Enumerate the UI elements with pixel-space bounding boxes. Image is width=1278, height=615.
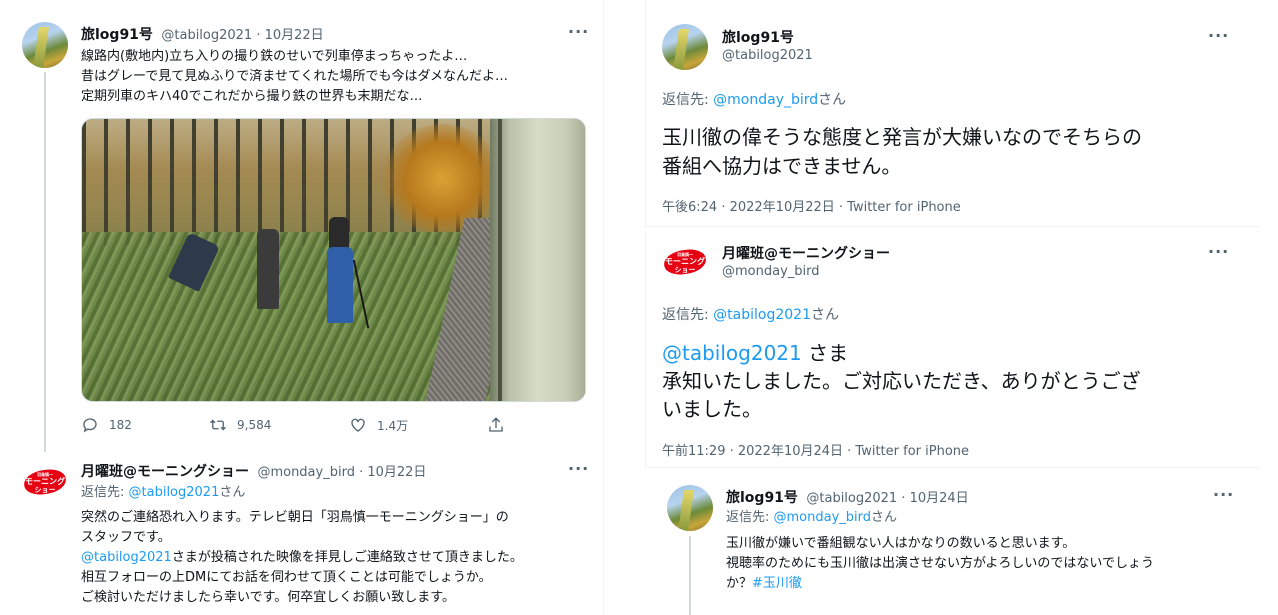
more-icon[interactable]: ··· [1213,485,1234,504]
retweet-count: 9,584 [237,418,272,432]
right-card2-border-left [645,232,646,468]
author-handle-time[interactable]: @tabilog2021 · 10月22日 [161,28,323,43]
author-handle[interactable]: @monday_bird [722,264,820,279]
author-handle-time[interactable]: @monday_bird · 10月22日 [257,465,426,480]
more-icon[interactable]: ··· [568,459,589,478]
reply-to-mention[interactable]: @tabilog2021 [129,485,220,500]
author-name[interactable]: 旅log91号 [726,490,798,506]
tweet-text-line: か？ [726,576,753,591]
logo-text: ショー [34,486,56,494]
reply-to-suffix: さん [871,510,898,525]
logo-text: モーニング [25,477,65,486]
tweet-text-line: スタッフです。 [81,530,171,545]
tweet-text-line: 定期列車のキハ40でこれだから撮り鉄の世界も末期だな… [81,89,423,104]
hashtag-link[interactable]: #玉川徹 [752,576,802,591]
tweet-text-line: 承知いたしました。ご対応いただき、ありがとうござ [662,369,1141,393]
reply-to-mention[interactable]: @tabilog2021 [713,307,811,323]
author-name[interactable]: 月曜班@モーニングショー [722,243,890,263]
author-name[interactable]: 月曜班@モーニングショー [81,464,249,480]
tweet-photo[interactable] [81,118,586,402]
tweet-text-line: 番組へ協力はできません。 [662,154,902,178]
tweet-meta[interactable]: 午前11:29 · 2022年10月24日 · Twitter for iPho… [662,440,969,459]
reply-icon [83,418,97,433]
like-count: 1.4万 [377,418,409,433]
reply-to-suffix: さん [811,307,839,323]
like-icon [351,418,365,432]
avatar[interactable] [667,485,713,531]
thread-line [44,72,46,452]
thread-line [689,536,691,615]
retweet-icon [210,419,226,431]
reply-to-label: 返信先: [726,510,774,525]
right-card-border-bottom [645,226,1260,227]
tweet-text-line: 相互フォローの上DMにてお話を伺わせて頂くことは可能でしょうか。 [81,570,492,585]
more-icon[interactable]: ··· [1208,242,1229,261]
more-icon[interactable]: ··· [568,22,589,41]
reply-to-mention[interactable]: @monday_bird [774,510,872,525]
reply-to-mention[interactable]: @monday_bird [713,92,818,108]
retweet-action[interactable]: 9,584 [209,416,271,434]
avatar[interactable] [662,24,708,70]
right-card2-border-bottom [645,467,1260,468]
photo-person [327,247,353,323]
tweet-text-line: 視聴率のためにも玉川徹は出演させない方がよろしいのではないでしょう [726,556,1154,571]
tweet-text-line: 玉川徹が嫌いで番組観ない人はかなりの数いると思います。 [726,536,1076,551]
reply-count: 182 [109,418,132,432]
avatar[interactable]: 羽鳥慎一 モーニング ショー [22,460,68,506]
reply-to-label: 返信先: [662,92,714,108]
author-handle[interactable]: @tabilog2021 [722,48,813,63]
more-icon[interactable]: ··· [1208,26,1229,45]
tweet-text-line: いました。 [662,397,762,421]
tweet-text-line: さま [801,341,849,365]
logo-text: ショー [674,266,696,274]
author-name[interactable]: 旅log91号 [81,27,153,43]
share-action[interactable] [487,416,515,434]
author-handle-time[interactable]: @tabilog2021 · 10月24日 [806,491,968,506]
mention-link[interactable]: @tabilog2021 [662,341,802,365]
logo-text: モーニング [665,257,705,266]
mention-link[interactable]: @tabilog2021 [81,550,172,565]
tweet-text-line: 玉川徹の偉そうな態度と発言が大嫌いなのでそちらの [662,125,1142,149]
tweet-text-line: 突然のご連絡恐れ入ります。テレビ朝日「羽鳥慎一モーニングショー」の [81,510,509,525]
reply-action[interactable]: 182 [81,416,132,434]
share-icon [489,417,503,432]
photo-person [257,229,279,309]
reply-to-suffix: さん [219,485,246,500]
tweet-meta[interactable]: 午後6:24 · 2022年10月22日 · Twitter for iPhon… [662,196,961,215]
reply-to-label: 返信先: [662,307,714,323]
reply-to-suffix: さん [818,92,847,108]
tweet-text-line: 線路内(敷地内)立ち入りの撮り鉄のせいで列車停まっちゃったよ… [81,49,468,64]
tweet-text-line: さまが投稿された映像を拝見しご連絡致させて頂きました。 [171,550,523,565]
column-divider [603,0,604,615]
reply-to-label: 返信先: [81,485,129,500]
right-card-border-left [645,0,646,228]
like-action[interactable]: 1.4万 [349,416,408,434]
photo-train [490,119,585,401]
avatar[interactable] [22,22,68,68]
tweet-text-line: ご検討いただけましたら幸いです。何卒宜しくお願い致します。 [81,590,456,605]
author-name[interactable]: 旅log91号 [722,27,794,47]
avatar[interactable]: 羽鳥慎一 モーニング ショー [662,240,708,286]
tweet-text-line: 昔はグレーで見て見ぬふりで済ませてくれた場所でも今はダメなんだよ… [81,69,509,84]
